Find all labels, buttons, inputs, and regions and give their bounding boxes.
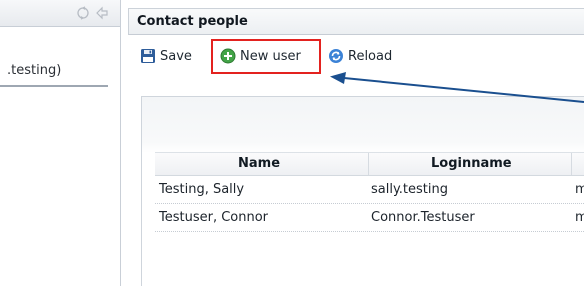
reload-button[interactable]: Reload xyxy=(328,46,392,66)
cell-extra: m xyxy=(575,182,584,197)
left-list-item[interactable]: .testing) xyxy=(0,55,108,87)
save-icon xyxy=(140,48,156,64)
page-title: Contact people xyxy=(137,14,248,29)
toolbar: Save New user Reload xyxy=(128,38,584,74)
cell-loginname: Connor.Testuser xyxy=(371,210,475,225)
left-panel: .testing) xyxy=(0,0,121,286)
reload-label: Reload xyxy=(348,48,393,64)
save-label: Save xyxy=(160,48,192,64)
table-header: Name Loginname xyxy=(155,152,584,176)
add-icon xyxy=(220,48,236,64)
back-arrow-icon[interactable] xyxy=(95,6,109,20)
column-header-loginname[interactable]: Loginname xyxy=(431,156,512,171)
reload-icon xyxy=(328,48,344,64)
column-separator[interactable] xyxy=(571,153,572,175)
cell-extra: m xyxy=(575,210,584,225)
table-row[interactable]: Testuser, Connor Connor.Testuser m xyxy=(155,204,584,232)
table-row[interactable]: Testing, Sally sally.testing m xyxy=(155,176,584,204)
contacts-table: Name Loginname Testing, Sally sally.test… xyxy=(155,152,584,232)
left-panel-header xyxy=(0,0,121,27)
contact-people-header: Contact people xyxy=(128,8,584,35)
column-header-name[interactable]: Name xyxy=(238,156,280,171)
refresh-icon[interactable] xyxy=(76,6,90,20)
cell-name: Testuser, Connor xyxy=(159,210,269,225)
save-button[interactable]: Save xyxy=(140,46,192,66)
left-list-item-label: .testing) xyxy=(7,63,62,78)
cell-loginname: sally.testing xyxy=(371,182,449,197)
new-user-label: New user xyxy=(240,48,301,64)
cell-name: Testing, Sally xyxy=(159,182,245,197)
column-separator[interactable] xyxy=(368,153,369,175)
new-user-button[interactable]: New user xyxy=(220,46,301,66)
